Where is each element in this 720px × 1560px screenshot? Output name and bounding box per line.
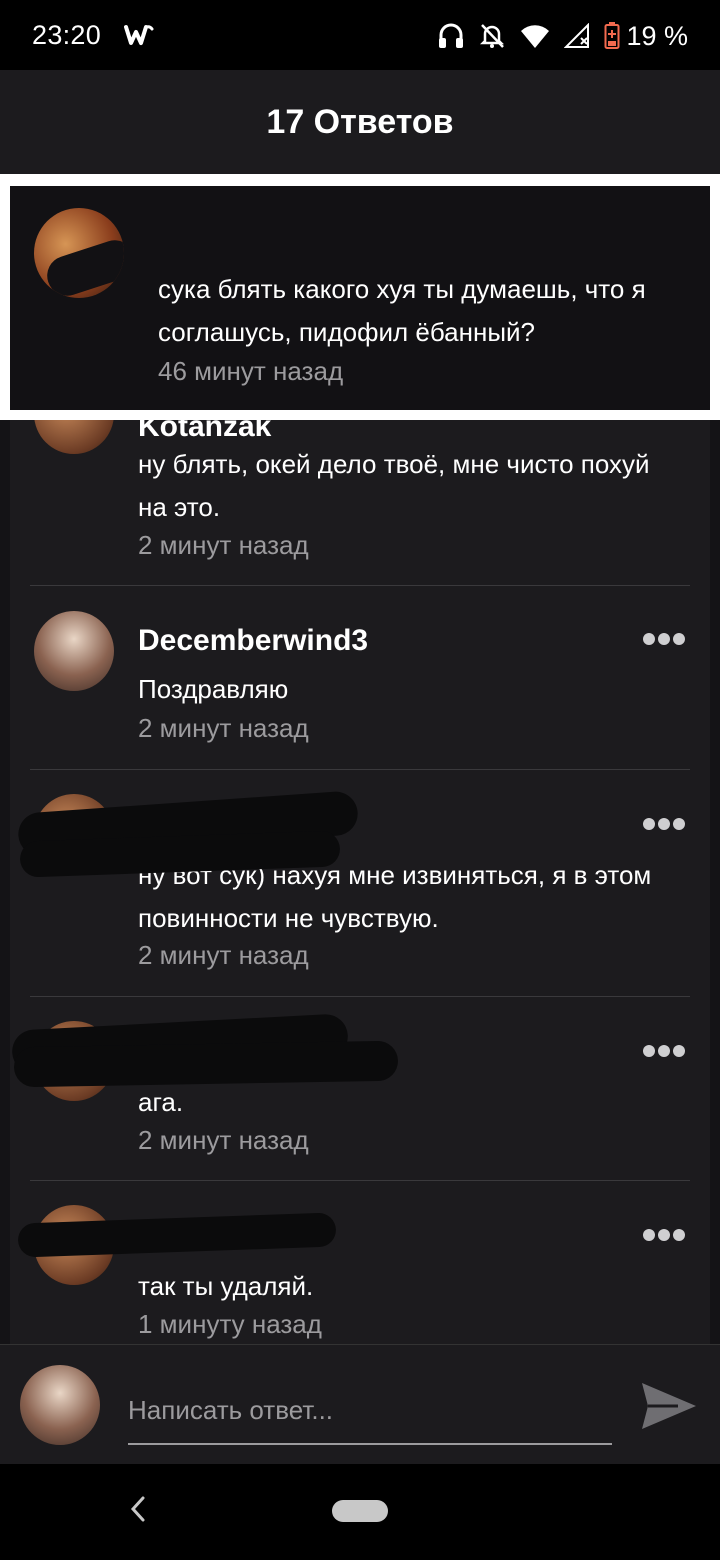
page-title: 17 Ответов [266, 102, 454, 141]
battery-low-icon [604, 22, 620, 49]
more-options-icon[interactable] [642, 817, 686, 831]
comment-time: 2 минут назад [138, 713, 309, 743]
comment-text: Поздравляю [138, 674, 289, 704]
status-time: 23:20 [32, 20, 102, 50]
home-pill[interactable] [332, 1500, 388, 1522]
comment-username[interactable]: Decemberwind3 [138, 624, 368, 658]
comment-time: 2 минут назад [138, 530, 309, 560]
comment-text: ну блять, окей дело твоё, мне чисто поху… [138, 449, 650, 522]
status-bar: 23:20 4 19 % [0, 0, 720, 70]
more-options-icon[interactable] [642, 1044, 686, 1058]
parent-comment-text: сука блять какого хуя ты думаешь, что я … [158, 274, 646, 347]
header: 17 Ответов [0, 70, 720, 174]
wifi-icon: 4 [521, 25, 550, 48]
battery-percentage: 19 % [626, 20, 688, 51]
comment-item[interactable]: Decemberwind3 Поздравляю 2 минут назад [10, 586, 710, 770]
status-icons: 4 19 % [438, 18, 688, 54]
comment-text: так ты удаляй. [138, 1271, 314, 1301]
comment-text: ага. [138, 1087, 184, 1117]
comment-time: 2 минут назад [138, 1125, 309, 1155]
wattpad-w-icon [124, 25, 154, 45]
cell-signal-icon [564, 23, 590, 48]
parent-comment-time: 46 минут назад [158, 356, 344, 386]
parent-comment[interactable]: сука блять какого хуя ты думаешь, что я … [10, 186, 710, 410]
redaction-scribble [13, 1040, 399, 1088]
comment-item[interactable]: ну вот сук) нахуя мне извиняться, я в эт… [10, 770, 710, 997]
svg-text:4: 4 [539, 38, 544, 48]
more-options-icon[interactable] [642, 1228, 686, 1242]
more-options-icon[interactable] [642, 632, 686, 646]
avatar[interactable] [34, 208, 124, 298]
reply-bar [0, 1344, 720, 1464]
redaction-scribble [42, 235, 124, 298]
reply-input[interactable] [128, 1387, 612, 1445]
user-avatar[interactable] [20, 1365, 100, 1445]
notifications-off-icon [480, 24, 505, 48]
comment-time: 1 минуту назад [138, 1309, 322, 1339]
avatar[interactable] [34, 611, 114, 691]
send-icon[interactable] [638, 1375, 700, 1437]
headphones-icon [439, 23, 464, 48]
comment-time: 2 минут назад [138, 940, 309, 970]
comment-item[interactable]: так ты удаляй. 1 минуту назад [10, 1181, 710, 1344]
back-icon[interactable] [126, 1494, 150, 1524]
